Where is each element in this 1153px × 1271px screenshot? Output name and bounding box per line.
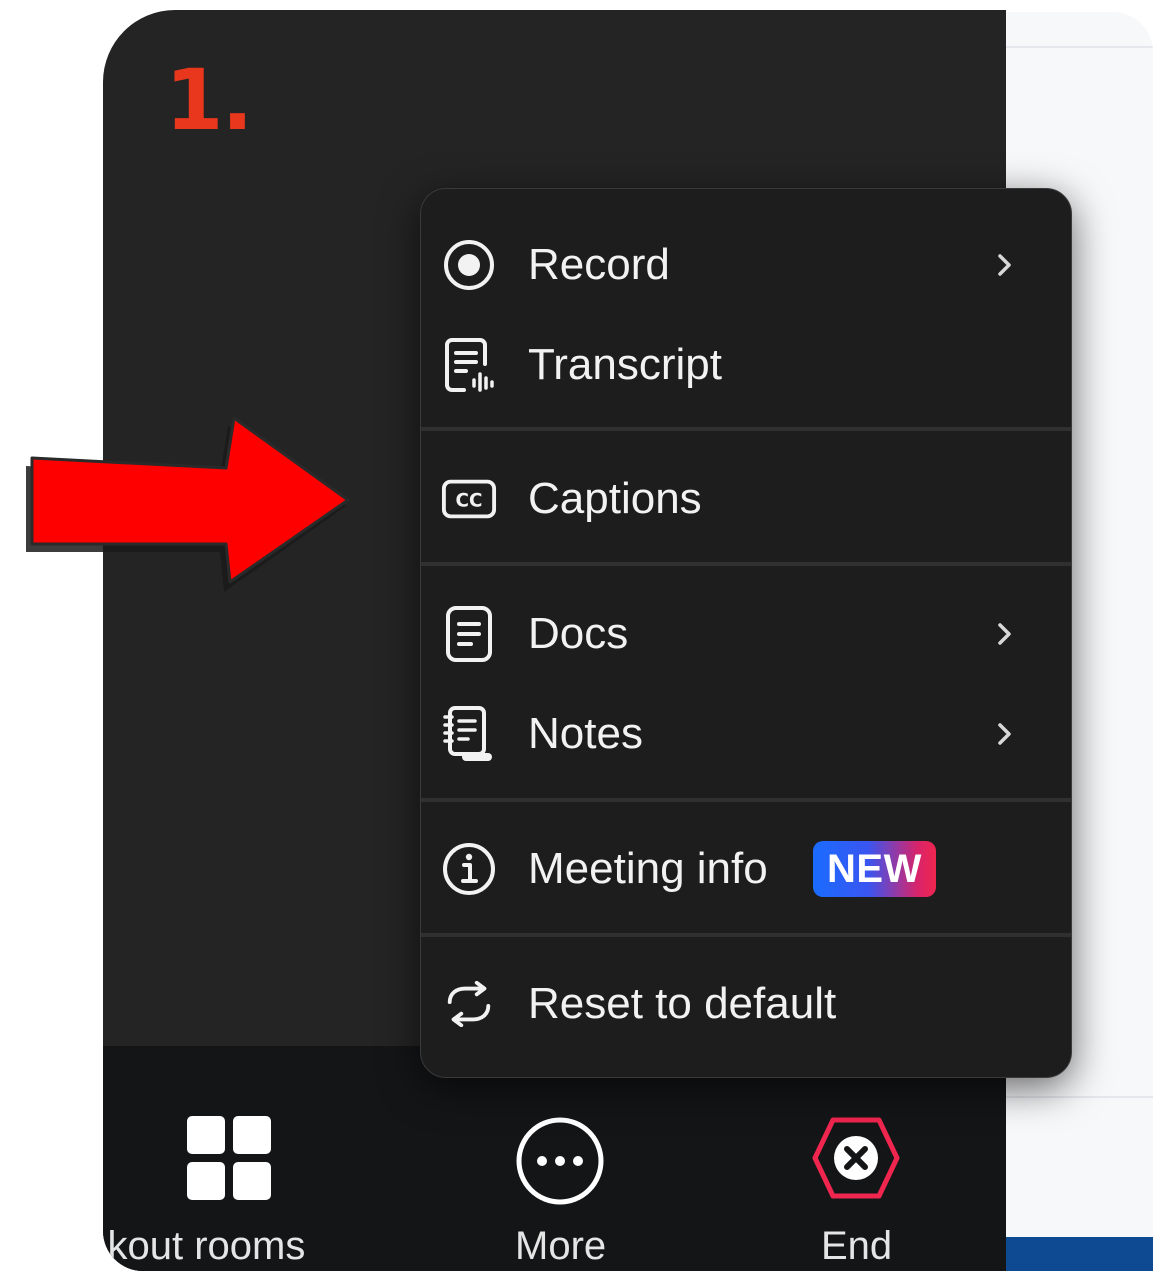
background-bar (1000, 1237, 1153, 1271)
menu-item-label: Record (528, 240, 670, 289)
menu-item-notes[interactable]: Notes (421, 686, 1071, 782)
transcript-icon (441, 337, 497, 393)
meeting-toolbar: eakout rooms More End (103, 1046, 1006, 1271)
menu-item-label: Reset to default (528, 979, 837, 1028)
menu-item-label: Transcript (528, 340, 722, 389)
chevron-right-icon (998, 254, 1011, 276)
chevron-right-icon (998, 723, 1011, 745)
reset-icon (441, 976, 497, 1032)
more-button[interactable]: More (465, 1046, 655, 1271)
menu-separator (421, 798, 1071, 802)
grid-icon (187, 1116, 271, 1200)
menu-item-label: Docs (528, 609, 629, 658)
end-icon (812, 1117, 900, 1199)
screenshot: 1. eakout rooms More (0, 0, 1153, 1271)
new-badge: NEW (813, 841, 936, 897)
more-menu: Record Transcript CC Captions Docs Notes… (420, 188, 1072, 1078)
menu-item-docs[interactable]: Docs (421, 586, 1071, 682)
more-icon (516, 1117, 604, 1205)
menu-item-label: Notes (528, 709, 643, 758)
menu-item-captions[interactable]: CC Captions (421, 451, 1071, 547)
more-label: More (515, 1224, 607, 1268)
menu-separator (421, 562, 1071, 566)
end-label: End (821, 1224, 893, 1268)
svg-text:CC: CC (456, 491, 483, 512)
step-label: 1. (165, 51, 253, 149)
menu-item-reset-to-default[interactable]: Reset to default (421, 956, 1071, 1052)
cc-icon: CC (441, 471, 497, 527)
menu-separator (421, 933, 1071, 937)
end-button[interactable]: End (759, 1046, 949, 1271)
menu-item-label: Meeting info (528, 844, 768, 893)
menu-item-label: Captions (528, 474, 702, 523)
menu-item-record[interactable]: Record (421, 217, 1071, 313)
notes-icon (441, 706, 497, 762)
menu-separator (421, 427, 1071, 431)
menu-item-meeting-info[interactable]: Meeting info NEW (421, 821, 1071, 917)
record-icon (441, 237, 497, 293)
info-icon (441, 841, 497, 897)
breakout-rooms-button[interactable]: eakout rooms (103, 1046, 393, 1271)
breakout-rooms-label: eakout rooms (103, 1224, 306, 1268)
chevron-right-icon (998, 623, 1011, 645)
menu-item-transcript[interactable]: Transcript (421, 317, 1071, 413)
red-arrow-annotation (26, 416, 350, 592)
docs-icon (441, 606, 497, 662)
